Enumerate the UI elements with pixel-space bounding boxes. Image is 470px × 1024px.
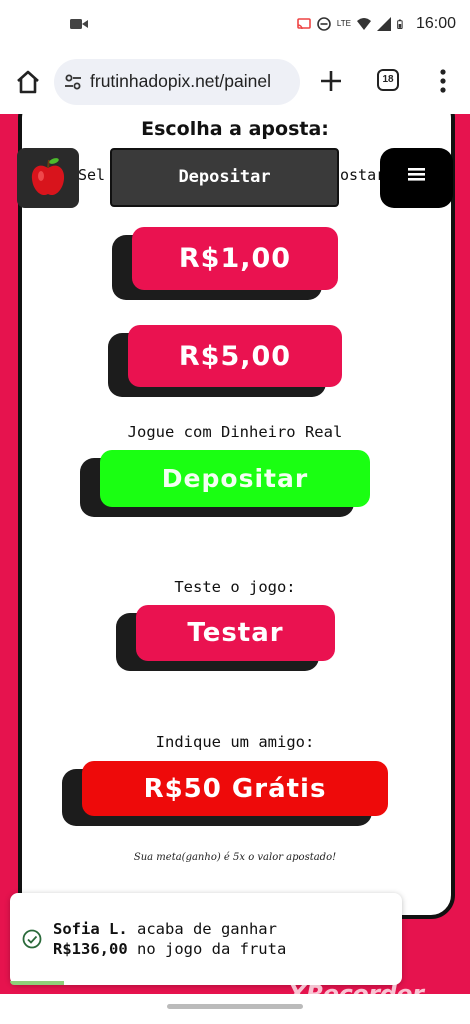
lte-indicator: LTE	[336, 19, 351, 28]
tab-switcher-button[interactable]: 18	[377, 69, 399, 91]
site-settings-icon[interactable]	[64, 73, 82, 91]
bet-1-label[interactable]: R$1,00	[132, 227, 338, 290]
home-icon[interactable]	[14, 68, 42, 96]
refer-friend-button[interactable]: R$50 Grátis	[62, 761, 388, 826]
bet-5-label[interactable]: R$5,00	[128, 325, 342, 387]
new-tab-icon[interactable]	[318, 68, 344, 94]
video-camera-icon	[70, 19, 88, 29]
apple-icon	[31, 158, 65, 196]
cast-icon	[297, 18, 311, 30]
clock: 16:00	[415, 15, 456, 32]
status-bar: LTE 16:00	[0, 0, 470, 52]
refer-friend-label-button[interactable]: R$50 Grátis	[82, 761, 388, 816]
deposit-button[interactable]: Depositar	[80, 450, 370, 517]
header-deposit-button[interactable]: Depositar	[110, 148, 339, 207]
check-circle-icon	[22, 929, 42, 949]
url-text[interactable]: frutinhadopix.net/painel	[90, 71, 271, 92]
bet-1-button[interactable]: R$1,00	[112, 227, 338, 300]
winner-text: acaba de ganhar	[127, 920, 277, 938]
browser-toolbar: frutinhadopix.net/painel 18	[0, 52, 470, 114]
test-button[interactable]: Testar	[116, 605, 335, 671]
bet-5-button[interactable]: R$5,00	[108, 325, 342, 397]
recorder-watermark: XRecorder	[288, 980, 424, 1008]
notification-progress	[10, 981, 64, 985]
winner-amount: R$136,00	[53, 940, 128, 958]
address-bar[interactable]: frutinhadopix.net/painel	[54, 59, 300, 105]
winner-text-end: no jogo da fruta	[127, 940, 287, 958]
do-not-disturb-icon	[317, 17, 331, 31]
hamburger-icon	[408, 168, 425, 181]
choose-bet-title: Escolha a aposta:	[141, 118, 329, 140]
gesture-handle[interactable]	[167, 1004, 303, 1009]
refer-friend-label: Indique um amigo:	[155, 733, 315, 751]
test-game-label: Teste o jogo:	[174, 578, 296, 596]
select-bet-text: Sel	[78, 166, 106, 184]
site-logo[interactable]	[17, 148, 79, 208]
deposit-label[interactable]: Depositar	[100, 450, 370, 507]
more-options-icon[interactable]	[433, 68, 453, 94]
real-money-label: Jogue com Dinheiro Real	[127, 423, 343, 441]
goal-note: Sua meta(ganho) é 5x o valor apostado!	[133, 852, 337, 863]
win-notification: Sofia L. acaba de ganhar R$136,00 no jog…	[10, 893, 402, 985]
battery-icon	[397, 19, 403, 29]
signal-icon	[376, 17, 391, 31]
test-label[interactable]: Testar	[136, 605, 335, 661]
menu-button[interactable]	[380, 148, 453, 208]
winner-name: Sofia L.	[53, 920, 128, 938]
wifi-icon	[356, 18, 371, 30]
select-bet-text-end: ostar	[340, 166, 386, 184]
